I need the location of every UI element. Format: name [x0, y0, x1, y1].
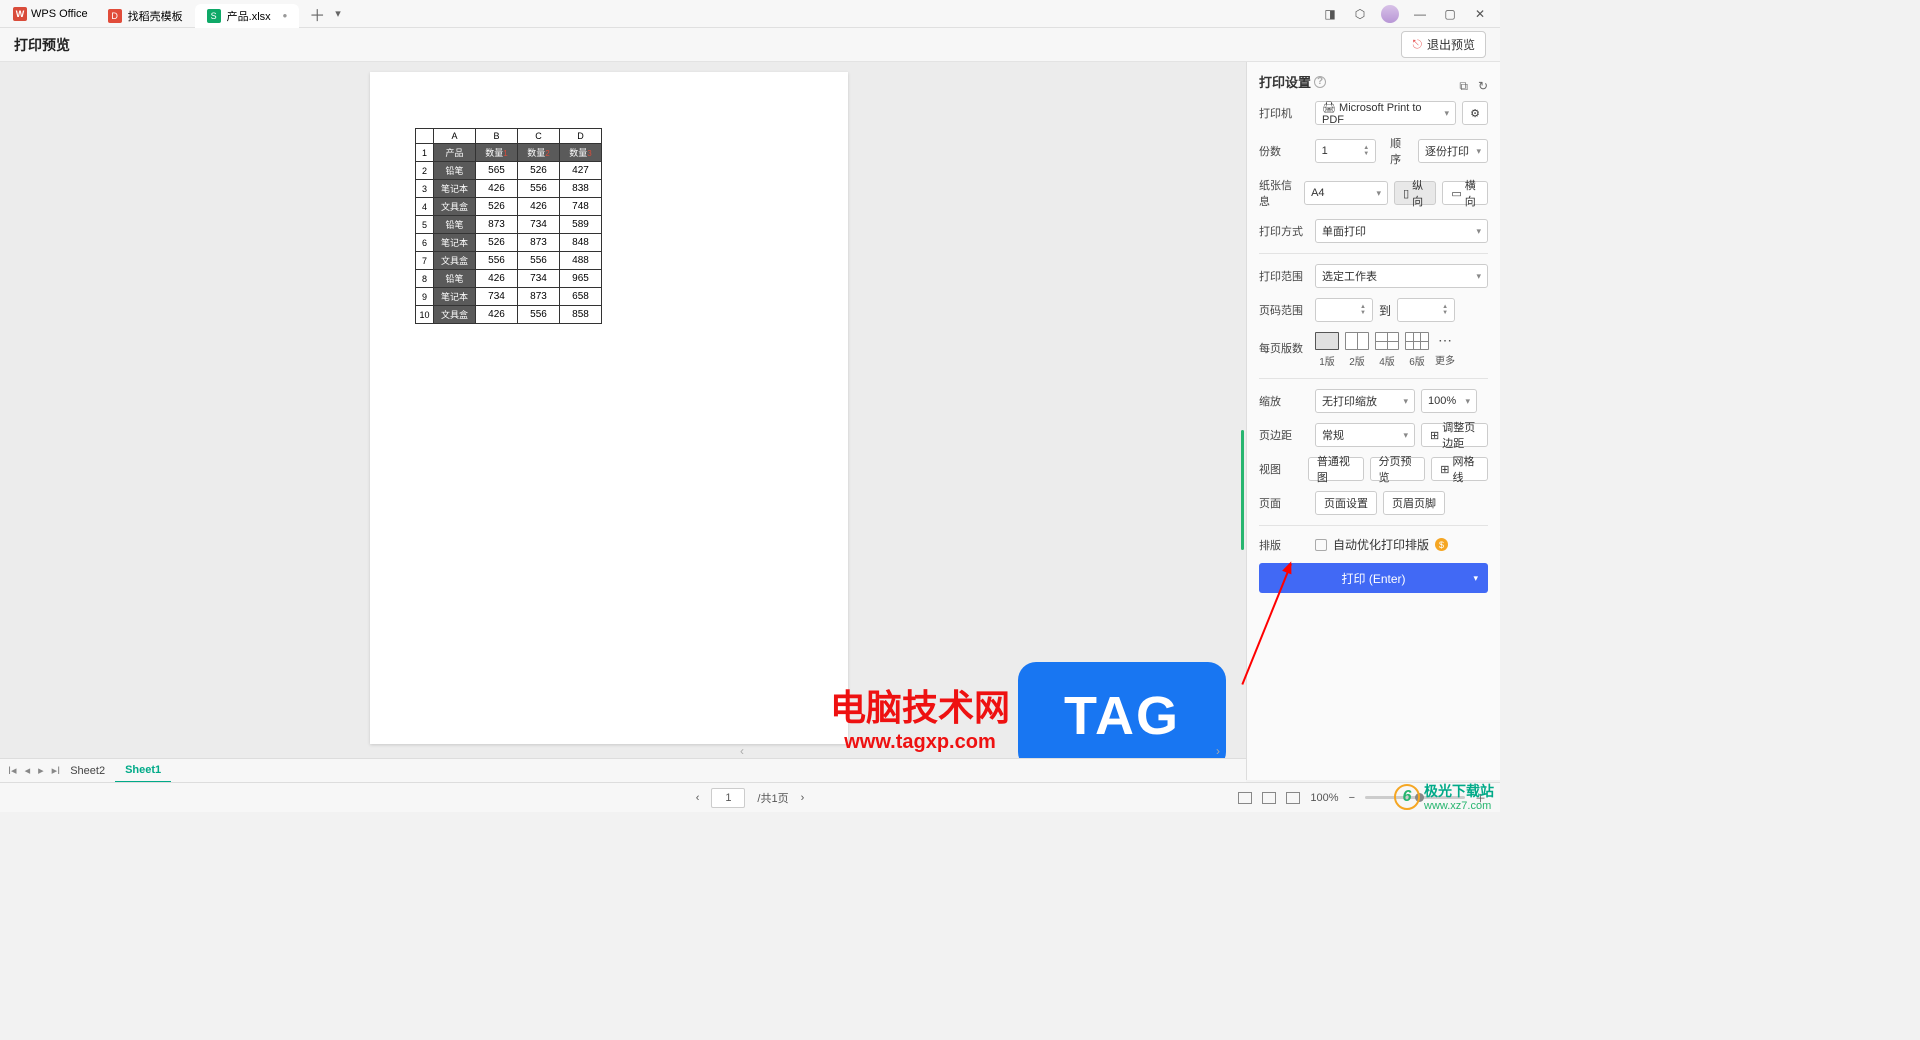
user-avatar[interactable]: [1375, 0, 1405, 28]
zoom-select[interactable]: 无打印缩放▾: [1315, 389, 1415, 413]
sheet-nav-prev[interactable]: ◂: [25, 764, 31, 777]
view-label: 视图: [1259, 461, 1302, 477]
premium-icon: $: [1435, 538, 1448, 551]
refresh-icon[interactable]: ↻: [1478, 79, 1488, 94]
tab-dirty-icon[interactable]: •: [283, 8, 288, 23]
exit-label: 退出预览: [1427, 36, 1475, 53]
paper-select[interactable]: A4▾: [1304, 181, 1388, 205]
preview-table: A B C D 1产品数量1数量2数量3 2铅笔565526427 3笔记本42…: [415, 128, 602, 324]
copies-label: 份数: [1259, 143, 1309, 159]
to-label: 到: [1379, 302, 1391, 319]
pps-4[interactable]: 4版: [1375, 332, 1399, 368]
orientation-portrait[interactable]: ▯ 纵向: [1394, 181, 1436, 205]
range-select[interactable]: 选定工作表▾: [1315, 264, 1488, 288]
page-prev-button[interactable]: ‹: [696, 792, 700, 804]
tab-document-label: 产品.xlsx: [227, 8, 271, 24]
pps-more[interactable]: ⋯更多: [1435, 332, 1455, 368]
pagerange-label: 页码范围: [1259, 302, 1309, 318]
sheet-tab-1[interactable]: Sheet1: [115, 759, 171, 783]
cube-icon[interactable]: ⬡: [1345, 0, 1375, 28]
tab-document[interactable]: S 产品.xlsx •: [195, 4, 300, 28]
pps-label: 每页版数: [1259, 340, 1309, 356]
preview-area: A B C D 1产品数量1数量2数量3 2铅笔565526427 3笔记本42…: [0, 62, 1246, 780]
close-button[interactable]: ✕: [1465, 0, 1495, 28]
margin-select[interactable]: 常规▾: [1315, 423, 1415, 447]
app-tab[interactable]: W WPS Office: [5, 0, 96, 28]
view-mode-1-icon[interactable]: [1238, 792, 1252, 804]
tab-templates[interactable]: D 找稻壳模板: [96, 4, 195, 28]
sheet-nav-last[interactable]: ▸I: [52, 764, 61, 777]
zoom-label: 缩放: [1259, 393, 1309, 409]
printer-select[interactable]: 🖨 Microsoft Print to PDF▾: [1315, 101, 1456, 125]
page-title: 打印预览: [14, 35, 70, 55]
template-icon: D: [108, 9, 122, 23]
view-pagebreak-button[interactable]: 分页预览: [1370, 457, 1426, 481]
print-button[interactable]: 打印 (Enter)▾: [1259, 563, 1488, 593]
adjust-margin-button[interactable]: ⊞ 调整页边距: [1421, 423, 1488, 447]
paper-label: 纸张信息: [1259, 177, 1298, 209]
side-scroll-indicator: [1241, 430, 1244, 550]
page-next-button[interactable]: ›: [801, 792, 805, 804]
wps-logo-icon: W: [13, 7, 27, 21]
auto-layout-checkbox[interactable]: [1315, 539, 1327, 551]
sheet-tab-2[interactable]: Sheet2: [60, 759, 115, 783]
paper-preview: A B C D 1产品数量1数量2数量3 2铅笔565526427 3笔记本42…: [370, 72, 848, 744]
printer-label: 打印机: [1259, 105, 1309, 121]
exit-icon: ⎋: [1412, 37, 1422, 52]
minimize-button[interactable]: —: [1405, 0, 1435, 28]
panel-icon[interactable]: ◨: [1315, 0, 1345, 28]
sheet-nav-next[interactable]: ▸: [38, 764, 44, 777]
watermark-title: 电脑技术网: [830, 679, 1010, 731]
app-label: WPS Office: [31, 8, 88, 20]
pps-1[interactable]: 1版: [1315, 332, 1339, 368]
horizontal-scrollbar[interactable]: [740, 746, 1220, 756]
page-to-input[interactable]: ▲▼: [1397, 298, 1455, 322]
layout-label: 排版: [1259, 537, 1309, 553]
orientation-landscape[interactable]: ▭ 横向: [1442, 181, 1488, 205]
header-footer-button[interactable]: 页眉页脚: [1383, 491, 1445, 515]
download-site-badge: 6 极光下载站 www.xz7.com: [1394, 784, 1494, 812]
add-tab-button[interactable]: ＋: [309, 2, 325, 26]
settings-title: 打印设置?: [1259, 72, 1326, 91]
page-label: 页面: [1259, 495, 1309, 511]
pps-6[interactable]: 6版: [1405, 332, 1429, 368]
page-total: /共1页: [757, 790, 788, 806]
sheets-icon: S: [207, 9, 221, 23]
page-setup-button[interactable]: 页面设置: [1315, 491, 1377, 515]
auto-layout-label: 自动优化打印排版: [1333, 536, 1429, 553]
copies-input[interactable]: 1▲▼: [1315, 139, 1377, 163]
view-mode-2-icon[interactable]: [1262, 792, 1276, 804]
titlebar: W WPS Office D 找稻壳模板 S 产品.xlsx • ＋ ▾ ◨ ⬡…: [0, 0, 1500, 28]
zoom-pct-select[interactable]: 100%▾: [1421, 389, 1477, 413]
exit-preview-button[interactable]: ⎋ 退出预览: [1401, 31, 1486, 58]
sheet-tabbar: I◂ ◂ ▸ ▸I Sheet2 Sheet1: [0, 758, 1246, 782]
print-settings-panel: 打印设置? ⧉ ↻ 打印机 🖨 Microsoft Print to PDF▾ …: [1246, 62, 1500, 780]
chevron-down-icon: ▾: [1473, 573, 1478, 584]
zoom-out-button[interactable]: −: [1349, 792, 1355, 804]
statusbar: ‹ 1 /共1页 › 100% − ＋: [0, 782, 1500, 812]
tab-menu-icon[interactable]: ▾: [335, 7, 341, 20]
toolbar: 打印预览 ⎋ 退出预览: [0, 28, 1500, 62]
range-label: 打印范围: [1259, 268, 1309, 284]
zoom-value: 100%: [1310, 792, 1338, 804]
view-normal-button[interactable]: 普通视图: [1308, 457, 1364, 481]
sheet-nav-first[interactable]: I◂: [8, 764, 17, 777]
tab-templates-label: 找稻壳模板: [128, 8, 183, 24]
order-label: 顺序: [1390, 135, 1412, 167]
download-site-icon: 6: [1394, 784, 1420, 810]
page-number-input[interactable]: 1: [711, 788, 745, 808]
help-icon[interactable]: ?: [1314, 76, 1326, 88]
margin-label: 页边距: [1259, 427, 1309, 443]
mode-select[interactable]: 单面打印▾: [1315, 219, 1488, 243]
collapse-icon[interactable]: ⧉: [1459, 79, 1468, 94]
page-from-input[interactable]: ▲▼: [1315, 298, 1373, 322]
mode-label: 打印方式: [1259, 223, 1309, 239]
view-grid-button[interactable]: ⊞ 网格线: [1431, 457, 1488, 481]
printer-settings-button[interactable]: ⚙: [1462, 101, 1488, 125]
order-select[interactable]: 逐份打印▾: [1418, 139, 1488, 163]
pps-2[interactable]: 2版: [1345, 332, 1369, 368]
view-mode-3-icon[interactable]: [1286, 792, 1300, 804]
maximize-button[interactable]: ▢: [1435, 0, 1465, 28]
